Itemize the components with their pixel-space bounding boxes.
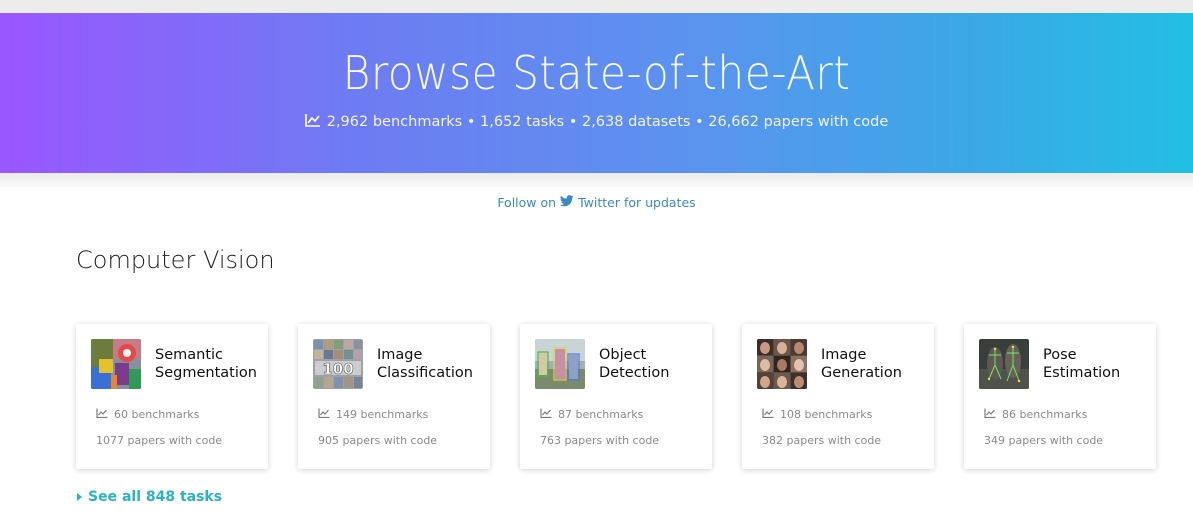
stats-text: 2,962 benchmarks • 1,652 tasks • 2,638 d… bbox=[326, 114, 889, 130]
benchmarks-count: 60 benchmarks bbox=[96, 408, 199, 421]
card-title[interactable]: Object Detection bbox=[599, 346, 709, 382]
follow-prefix: Follow on bbox=[497, 195, 557, 210]
page-title: Browse State-of-the-Art bbox=[342, 46, 851, 100]
section-title: Computer Vision bbox=[76, 246, 275, 274]
twitter-link[interactable]: Twitter for updates bbox=[578, 195, 696, 210]
follow-line: Follow on Twitter for updates bbox=[0, 195, 1193, 210]
benchmarks-count: 149 benchmarks bbox=[318, 408, 428, 421]
card-title[interactable]: Image Generation bbox=[821, 346, 931, 382]
see-all-label[interactable]: See all 848 tasks bbox=[88, 489, 222, 505]
chart-line-icon bbox=[762, 408, 774, 421]
pose-estimation-thumbnail bbox=[979, 339, 1029, 389]
task-card-image-classification[interactable]: 100 Image Classification 149 benchmarks … bbox=[298, 324, 490, 469]
card-title[interactable]: Pose Estimation bbox=[1043, 346, 1153, 382]
benchmarks-count: 87 benchmarks bbox=[540, 408, 643, 421]
benchmarks-text: 87 benchmarks bbox=[558, 408, 644, 421]
stats-line: 2,962 benchmarks • 1,652 tasks • 2,638 d… bbox=[0, 113, 1193, 131]
task-card-object-detection[interactable]: Object Detection 87 benchmarks 763 paper… bbox=[520, 324, 712, 469]
benchmarks-text: 86 benchmarks bbox=[1002, 408, 1088, 421]
benchmarks-count: 86 benchmarks bbox=[984, 408, 1087, 421]
papers-count: 349 papers with code bbox=[984, 434, 1104, 447]
chart-line-icon bbox=[984, 408, 996, 421]
chart-line-icon bbox=[304, 113, 321, 131]
hero-shadow bbox=[0, 173, 1193, 187]
benchmarks-text: 149 benchmarks bbox=[336, 408, 429, 421]
chart-line-icon bbox=[540, 408, 552, 421]
top-strip bbox=[0, 0, 1193, 13]
benchmarks-count: 108 benchmarks bbox=[762, 408, 872, 421]
chart-line-icon bbox=[96, 408, 108, 421]
twitter-icon[interactable] bbox=[559, 195, 574, 210]
task-card-semantic-segmentation[interactable]: Semantic Segmentation 60 benchmarks 1077… bbox=[76, 324, 268, 469]
papers-count: 1077 papers with code bbox=[96, 434, 223, 447]
benchmarks-text: 60 benchmarks bbox=[114, 408, 200, 421]
papers-count: 905 papers with code bbox=[318, 434, 438, 447]
object-detection-thumbnail bbox=[535, 339, 585, 389]
task-card-image-generation[interactable]: Image Generation 108 benchmarks 382 pape… bbox=[742, 324, 934, 469]
papers-count: 763 papers with code bbox=[540, 434, 660, 447]
svg-text:100: 100 bbox=[322, 360, 353, 378]
chart-line-icon bbox=[318, 408, 330, 421]
see-all-tasks-link[interactable]: See all 848 tasks bbox=[77, 489, 222, 505]
benchmarks-text: 108 benchmarks bbox=[780, 408, 873, 421]
caret-right-icon bbox=[77, 493, 82, 501]
card-title[interactable]: Semantic Segmentation bbox=[155, 346, 265, 382]
papers-count: 382 papers with code bbox=[762, 434, 882, 447]
hero-banner: Browse State-of-the-Art 2,962 benchmarks… bbox=[0, 13, 1193, 173]
task-card-pose-estimation[interactable]: Pose Estimation 86 benchmarks 349 papers… bbox=[964, 324, 1156, 469]
semantic-segmentation-thumbnail bbox=[91, 339, 141, 389]
image-classification-thumbnail: 100 bbox=[313, 339, 363, 389]
card-title[interactable]: Image Classification bbox=[377, 346, 487, 382]
image-generation-thumbnail bbox=[757, 339, 807, 389]
